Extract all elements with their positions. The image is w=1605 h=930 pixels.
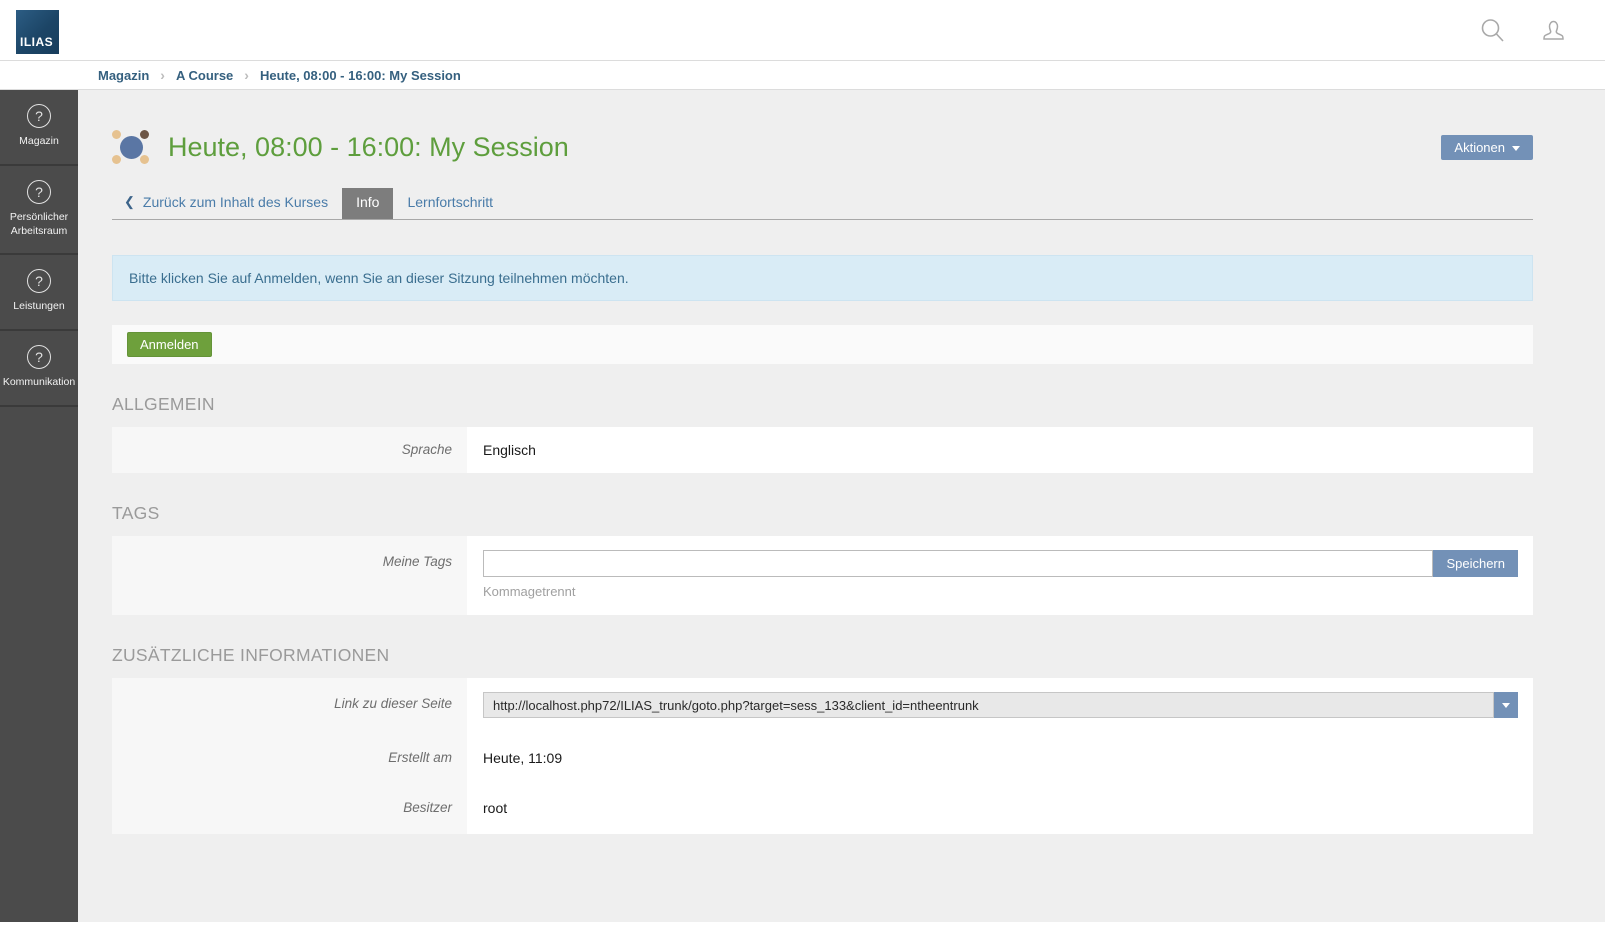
session-icon xyxy=(112,130,152,164)
besitzer-label: Besitzer xyxy=(112,784,467,834)
section-title-tags: TAGS xyxy=(112,503,1533,524)
breadcrumb-magazin[interactable]: Magazin xyxy=(98,68,149,83)
user-icon[interactable] xyxy=(1540,17,1567,44)
permalink-input[interactable] xyxy=(483,692,1494,718)
tags-helper-text: Kommagetrennt xyxy=(483,584,1518,599)
sidebar-item-label: Kommunikation xyxy=(3,376,75,390)
erstellt-am-label: Erstellt am xyxy=(112,732,467,784)
tags-block: Meine Tags Speichern Kommagetrennt xyxy=(112,536,1533,615)
speichern-button[interactable]: Speichern xyxy=(1433,550,1518,577)
link-label: Link zu dieser Seite xyxy=(112,678,467,732)
top-header: ILIAS xyxy=(0,0,1605,60)
sidebar-item-kommunikation[interactable]: ? Kommunikation xyxy=(0,331,78,407)
page-title: Heute, 08:00 - 16:00: My Session xyxy=(168,132,569,163)
tab-bar: ❮ Zurück zum Inhalt des Kurses Info Lern… xyxy=(112,188,1533,220)
sidebar-item-persoenlicher-arbeitsraum[interactable]: ? Persönlicher Arbeitsraum xyxy=(0,166,78,255)
breadcrumb: Magazin › A Course › Heute, 08:00 - 16:0… xyxy=(0,60,1605,90)
sidebar-item-label: Persönlicher Arbeitsraum xyxy=(3,211,75,238)
tags-input[interactable] xyxy=(483,550,1433,577)
question-circle-icon: ? xyxy=(27,269,51,293)
footer-gap xyxy=(0,922,1605,930)
meine-tags-label: Meine Tags xyxy=(112,536,467,615)
search-icon[interactable] xyxy=(1479,17,1506,44)
erstellt-am-value: Heute, 11:09 xyxy=(467,732,1533,784)
ilias-logo[interactable]: ILIAS xyxy=(16,10,59,54)
tab-info[interactable]: Info xyxy=(342,188,393,219)
back-to-course-link[interactable]: ❮ Zurück zum Inhalt des Kurses xyxy=(112,188,342,219)
section-title-zusaetzliche-informationen: ZUSÄTZLICHE INFORMATIONEN xyxy=(112,645,1533,666)
chevron-left-icon: ❮ xyxy=(124,194,135,210)
breadcrumb-session[interactable]: Heute, 08:00 - 16:00: My Session xyxy=(260,68,461,83)
caret-down-icon xyxy=(1512,146,1520,151)
main-sidebar: ? Magazin ? Persönlicher Arbeitsraum ? L… xyxy=(0,90,78,922)
ilias-logo-text: ILIAS xyxy=(20,35,53,49)
aktionen-button[interactable]: Aktionen xyxy=(1441,135,1533,160)
permalink-dropdown-button[interactable] xyxy=(1494,692,1518,718)
question-circle-icon: ? xyxy=(27,345,51,369)
anmelden-button[interactable]: Anmelden xyxy=(127,332,212,357)
sidebar-item-label: Magazin xyxy=(19,135,59,149)
besitzer-value: root xyxy=(467,784,1533,834)
info-alert: Bitte klicken Sie auf Anmelden, wenn Sie… xyxy=(112,255,1533,301)
breadcrumb-separator: › xyxy=(160,67,165,83)
table-row: Meine Tags Speichern Kommagetrennt xyxy=(112,536,1533,615)
breadcrumb-separator: › xyxy=(244,67,249,83)
section-title-allgemein: ALLGEMEIN xyxy=(112,394,1533,415)
question-circle-icon: ? xyxy=(27,180,51,204)
table-row: Besitzer root xyxy=(112,784,1533,834)
table-row: Sprache Englisch xyxy=(112,427,1533,473)
question-circle-icon: ? xyxy=(27,104,51,128)
sidebar-item-leistungen[interactable]: ? Leistungen xyxy=(0,255,78,331)
main-content: Heute, 08:00 - 16:00: My Session Aktione… xyxy=(78,90,1605,922)
breadcrumb-course[interactable]: A Course xyxy=(176,68,233,83)
table-row: Erstellt am Heute, 11:09 xyxy=(112,732,1533,784)
allgemein-block: Sprache Englisch xyxy=(112,427,1533,473)
table-row: Link zu dieser Seite xyxy=(112,678,1533,732)
sidebar-item-magazin[interactable]: ? Magazin xyxy=(0,90,78,166)
sidebar-item-label: Leistungen xyxy=(13,300,64,314)
zusaetzliche-block: Link zu dieser Seite Erstellt am Heute, … xyxy=(112,678,1533,834)
sprache-value: Englisch xyxy=(467,427,1533,473)
tab-lernfortschritt[interactable]: Lernfortschritt xyxy=(393,188,507,219)
sprache-label: Sprache xyxy=(112,427,467,473)
caret-down-icon xyxy=(1502,703,1510,708)
action-strip: Anmelden xyxy=(112,325,1533,364)
